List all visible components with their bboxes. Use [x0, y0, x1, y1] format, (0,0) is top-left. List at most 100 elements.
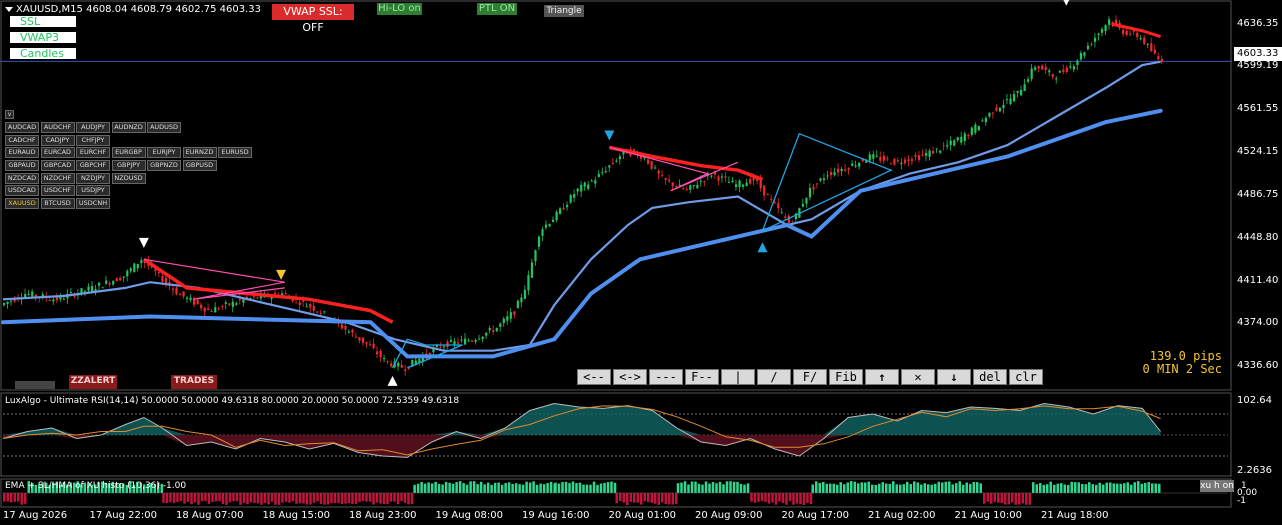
- hist-bar-up: [1042, 484, 1045, 493]
- pair-button-audnzd[interactable]: AUDNZD: [111, 122, 146, 133]
- pair-button-eurgbp[interactable]: EURGBP: [111, 147, 146, 159]
- candle-body: [478, 338, 481, 340]
- ptl-button[interactable]: PTL ON: [477, 3, 517, 15]
- pair-button-usdchf[interactable]: USDCHF: [40, 185, 75, 197]
- pair-button-audchf[interactable]: AUDCHF: [40, 122, 75, 133]
- candle-body: [689, 185, 692, 190]
- pair-panel-toggle[interactable]: v: [5, 110, 14, 119]
- candle-body: [717, 176, 720, 181]
- pair-button-eurusd[interactable]: EURUSD: [218, 147, 252, 159]
- tool-button-6[interactable]: F/: [793, 369, 827, 385]
- hist-bar-up: [500, 484, 504, 493]
- tool-down-arrow-icon[interactable]: ↓: [937, 369, 971, 385]
- tool-button-7[interactable]: Fib: [829, 369, 863, 385]
- pair-row: NZDCAD NZDCHF NZDJPY NZDUSD: [5, 172, 254, 185]
- hist-bar-up: [1140, 483, 1143, 493]
- pair-button-gbpjpy[interactable]: GBPJPY: [111, 160, 146, 172]
- candle-body: [323, 311, 326, 313]
- pair-button-btcusd[interactable]: BTCUSD: [40, 198, 75, 210]
- candle-body: [481, 336, 484, 339]
- candle-body: [587, 184, 590, 189]
- sell-arrow-icon: [276, 269, 287, 280]
- hist-bar-up: [476, 484, 479, 493]
- candle-body: [122, 276, 125, 278]
- zzalert-button[interactable]: ZZALERT: [69, 375, 117, 389]
- pair-button-cadjpy[interactable]: CADJPY: [40, 134, 75, 146]
- candle-body: [742, 184, 745, 187]
- pair-button-usdcad[interactable]: USDCAD: [5, 185, 39, 197]
- hist-bar-up: [497, 482, 500, 493]
- tool-button-1[interactable]: <->: [613, 369, 647, 385]
- tool-button-11[interactable]: del: [973, 369, 1007, 385]
- pair-button-cadchf[interactable]: CADCHF: [5, 134, 39, 146]
- candle-body: [298, 302, 301, 306]
- pair-button-gbpnzd[interactable]: GBPNZD: [147, 160, 181, 172]
- hilo-button[interactable]: Hi-LO on: [377, 3, 422, 15]
- pair-button-nzdjpy[interactable]: NZDJPY: [76, 172, 110, 184]
- mini-button[interactable]: [15, 381, 55, 389]
- pair-button-gbpchf[interactable]: GBPCHF: [76, 160, 110, 172]
- tool-up-arrow-icon[interactable]: ↑: [865, 369, 899, 385]
- candle-body: [939, 150, 942, 153]
- pair-button-xauusd[interactable]: XAUUSD: [5, 198, 39, 210]
- hist-bar-down: [179, 493, 183, 502]
- hist-bar-up: [683, 481, 687, 493]
- hist-bar-down: [640, 493, 643, 505]
- xu-h-on-button[interactable]: xu h on: [1200, 480, 1234, 492]
- pair-button-eurcad[interactable]: EURCAD: [40, 147, 75, 159]
- hist-bar-down: [657, 493, 660, 505]
- tool-button-4[interactable]: |: [721, 369, 755, 385]
- pair-button-usdjpy[interactable]: USDJPY: [76, 185, 110, 197]
- candle-body: [404, 369, 407, 371]
- pair-button-eurchf[interactable]: EURCHF: [76, 147, 110, 159]
- tool-button-5[interactable]: /: [757, 369, 791, 385]
- hist-bar-up: [568, 483, 571, 493]
- price-chart-canvas[interactable]: [0, 0, 1282, 525]
- dropdown-triangle-icon[interactable]: [5, 6, 13, 12]
- tool-close-icon[interactable]: ✕: [901, 369, 935, 385]
- candle-body: [83, 290, 87, 292]
- pair-button-audjpy[interactable]: AUDJPY: [76, 122, 110, 133]
- hist-bar-up: [937, 481, 940, 493]
- candles-tag[interactable]: Candles: [9, 47, 77, 60]
- pair-button-eurjpy[interactable]: EURJPY: [147, 147, 181, 159]
- pair-button-eurnzd[interactable]: EURNZD: [182, 147, 217, 159]
- pair-button-audcad[interactable]: AUDCAD: [5, 122, 39, 133]
- tool-button-12[interactable]: clr: [1009, 369, 1043, 385]
- tool-button-2[interactable]: ---: [649, 369, 683, 385]
- pair-button-gbpusd[interactable]: GBPUSD: [182, 160, 217, 172]
- hist-bar-down: [204, 493, 207, 502]
- pair-button-nzdusd[interactable]: NZDUSD: [111, 172, 146, 184]
- pair-button-usdcnh[interactable]: USDCNH: [76, 198, 110, 210]
- pair-button-euraud[interactable]: EURAUD: [5, 147, 39, 159]
- hist-bar-up: [860, 482, 863, 493]
- pair-button-nzdcad[interactable]: NZDCAD: [5, 172, 39, 184]
- pair-button-gbpcad[interactable]: GBPCAD: [40, 160, 75, 172]
- trades-button[interactable]: TRADES: [171, 375, 217, 389]
- candle-body: [956, 137, 959, 141]
- hist-bar-up: [592, 481, 596, 493]
- vwap-ssl-button[interactable]: VWAP SSL: OFF: [272, 4, 354, 34]
- hist-bar-up: [528, 482, 532, 493]
- vwap3-tag[interactable]: VWAP3: [9, 31, 77, 44]
- candle-body: [397, 362, 400, 367]
- pair-button-chfjpy[interactable]: CHFJPY: [76, 134, 110, 146]
- tool-button-3[interactable]: F--: [685, 369, 719, 385]
- tool-button-0[interactable]: <--: [577, 369, 611, 385]
- triangle-button[interactable]: Triangle: [544, 5, 584, 17]
- candle-body: [646, 159, 650, 164]
- candle-body: [967, 134, 970, 137]
- pair-button-audusd[interactable]: AUDUSD: [147, 122, 181, 133]
- hist-bar-up: [909, 484, 912, 493]
- pair-button-nzdchf[interactable]: NZDCHF: [40, 172, 75, 184]
- hist-bar-down: [382, 493, 386, 505]
- hist-bar-up: [718, 481, 722, 493]
- pair-button-gbpaud[interactable]: GBPAUD: [5, 160, 39, 172]
- candle-body: [449, 339, 453, 342]
- candle-body: [1157, 56, 1160, 60]
- ssl-tag[interactable]: SSL: [9, 15, 77, 28]
- hist-bar-up: [549, 481, 553, 493]
- candle-body: [471, 340, 474, 342]
- hist-bar-up: [878, 483, 881, 493]
- candle-body: [738, 180, 741, 188]
